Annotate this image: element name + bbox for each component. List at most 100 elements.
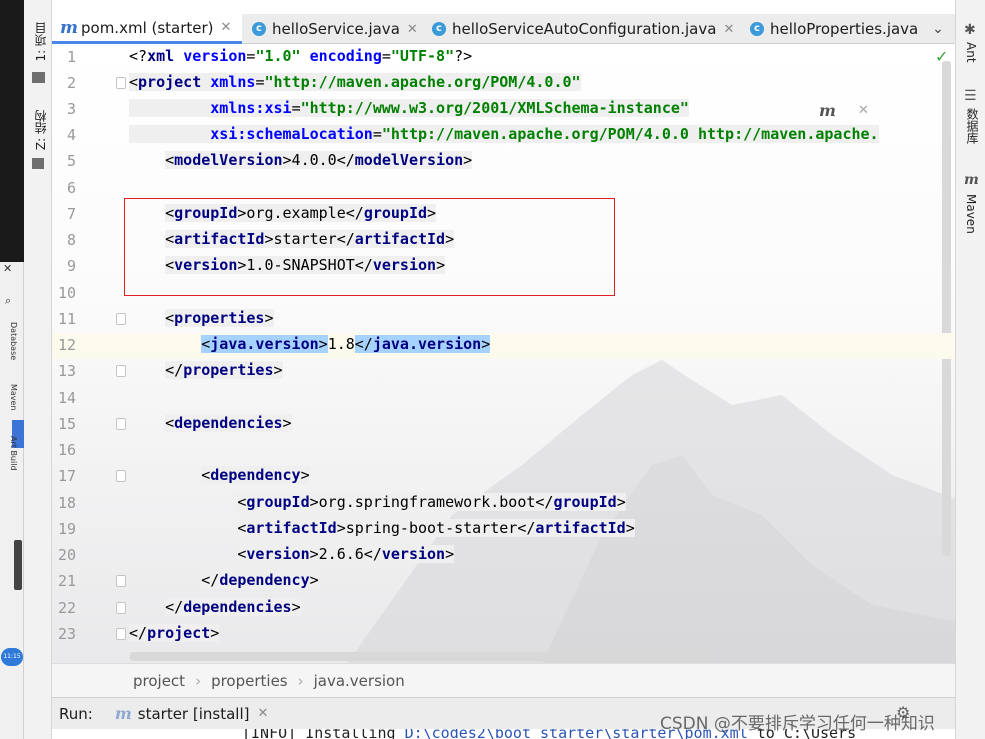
clock-badge: 11:15: [1, 648, 23, 666]
line-number: 8: [66, 231, 76, 249]
code-text: xmlns:xsi="http://www.w3.org/2001/XMLSch…: [129, 99, 689, 117]
breadcrumb-item-properties[interactable]: properties: [211, 672, 288, 690]
code-text: <modelVersion>4.0.0</modelVersion>: [165, 151, 473, 169]
fold-marker-icon[interactable]: [116, 365, 126, 377]
maven-tool-label[interactable]: Maven: [9, 384, 18, 411]
line-number: 17: [57, 467, 76, 485]
structure-tool-button[interactable]: Z: 结构: [32, 110, 49, 150]
tab-helloserviceautoconfiguration[interactable]: c helloServiceAutoConfiguration.java ✕: [424, 14, 742, 44]
code-line: 19 <artifactId>spring-boot-starter</arti…: [52, 517, 955, 543]
breadcrumb: project › properties › java.version: [52, 663, 955, 697]
fold-marker-icon[interactable]: [116, 628, 126, 640]
line-number: 5: [66, 152, 76, 170]
code-line-current: 12 <java.version>1.8</java.version>: [52, 333, 955, 359]
breadcrumb-item-project[interactable]: project: [133, 672, 185, 690]
code-line: 2 <project xmlns="http://maven.apache.or…: [52, 71, 955, 97]
tab-helloproperties[interactable]: c helloProperties.java: [742, 14, 932, 44]
editor-tab-bar: m pom.xml (starter) ✕ c helloService.jav…: [52, 14, 955, 44]
ant-tool-button[interactable]: Ant: [964, 42, 978, 63]
fold-marker-icon[interactable]: [116, 418, 126, 430]
code-line: 4 xsi:schemaLocation="http://maven.apach…: [52, 123, 955, 149]
code-text: </dependency>: [201, 571, 319, 589]
close-icon[interactable]: ✕: [221, 20, 232, 35]
maven-icon: m: [964, 172, 979, 188]
database-tool-button[interactable]: 数据库: [964, 108, 981, 144]
class-icon: c: [252, 22, 266, 36]
class-icon: c: [432, 22, 446, 36]
search-icon[interactable]: ⌕: [5, 294, 11, 308]
tab-label: helloService.java: [272, 20, 400, 38]
left-tool-window-bar: 1: 项目 Z: 结构: [24, 0, 52, 739]
run-tab-label[interactable]: starter [install]: [138, 705, 250, 723]
code-line: 17 <dependency>: [52, 464, 955, 490]
maven-icon: m: [114, 704, 132, 723]
line-number: 21: [57, 572, 76, 590]
line-number: 13: [57, 362, 76, 380]
line-number: 12: [57, 336, 76, 354]
line-number: 1: [66, 48, 76, 66]
maven-tool-button[interactable]: Maven: [964, 194, 978, 234]
close-icon[interactable]: ✕: [407, 22, 418, 37]
run-label: Run:: [59, 704, 93, 723]
fold-marker-icon[interactable]: [116, 77, 126, 89]
code-line: 22 </dependencies>: [52, 596, 955, 622]
tab-label: helloServiceAutoConfiguration.java: [452, 20, 717, 38]
code-line: 15 <dependencies>: [52, 412, 955, 438]
tab-label: pom.xml (starter): [81, 18, 214, 37]
highlight-box: [124, 198, 615, 296]
code-line: 3 xmlns:xsi="http://www.w3.org/2001/XMLS…: [52, 97, 955, 123]
code-text: </project>: [129, 624, 220, 642]
code-text: <java.version>1.8</java.version>: [201, 335, 491, 353]
line-number: 23: [57, 625, 76, 643]
code-line: 11 <properties>: [52, 307, 955, 333]
project-tool-button[interactable]: 1: 项目: [32, 22, 49, 62]
code-text: <dependency>: [201, 466, 310, 484]
line-number: 20: [57, 546, 76, 564]
database-tool-label[interactable]: Database: [9, 322, 18, 360]
close-icon[interactable]: ✕: [723, 22, 734, 37]
code-text: <properties>: [165, 309, 274, 327]
line-number: 15: [57, 415, 76, 433]
line-number: 9: [66, 257, 76, 275]
chevron-down-icon[interactable]: ⌄: [928, 14, 948, 44]
line-number: 22: [57, 599, 76, 617]
folder-icon: [32, 72, 45, 83]
code-text: <artifactId>spring-boot-starter</artifac…: [237, 519, 635, 537]
close-icon[interactable]: ✕: [3, 262, 12, 275]
class-icon: c: [750, 22, 764, 36]
tab-label: helloProperties.java: [770, 20, 919, 38]
code-line: 20 <version>2.6.6</version>: [52, 543, 955, 569]
chevron-right-icon: ›: [297, 671, 304, 690]
breadcrumb-item-java-version[interactable]: java.version: [314, 672, 405, 690]
line-number: 10: [57, 284, 76, 302]
code-editor[interactable]: ✓ m ✕ 1 <?xml version="1.0" encoding="UT…: [52, 45, 955, 663]
fold-marker-icon[interactable]: [116, 575, 126, 587]
tab-helloservice[interactable]: c helloService.java ✕: [244, 14, 422, 44]
line-number: 4: [66, 126, 76, 144]
art-build-tool-label[interactable]: Art Build: [9, 436, 18, 471]
structure-icon: [32, 158, 44, 169]
right-tool-window-bar: ✱ Ant ☰ 数据库 m Maven: [955, 0, 985, 739]
database-icon: ☰: [964, 88, 977, 104]
code-text: xsi:schemaLocation="http://maven.apache.…: [129, 125, 879, 143]
line-number: 7: [66, 205, 76, 223]
horizontal-scrollbar[interactable]: [130, 652, 714, 661]
fold-marker-icon[interactable]: [116, 602, 126, 614]
fold-marker-icon[interactable]: [116, 470, 126, 482]
line-number: 16: [57, 441, 76, 459]
close-icon[interactable]: ✕: [257, 706, 268, 721]
code-text: <groupId>org.springframework.boot</group…: [237, 493, 626, 511]
line-number: 6: [66, 179, 76, 197]
fold-marker-icon[interactable]: [116, 313, 126, 325]
scroll-handle[interactable]: [14, 540, 22, 590]
dark-panel: [0, 0, 24, 262]
code-line: 14: [52, 386, 955, 412]
tab-pom-xml[interactable]: m pom.xml (starter) ✕: [52, 14, 242, 44]
maven-icon: m: [60, 17, 78, 38]
background-window-strip: ✕ ⌕ Database Maven Art Build 11:15: [0, 0, 24, 739]
chevron-right-icon: ›: [195, 671, 202, 690]
code-line: 23 </project>: [52, 622, 955, 648]
code-line: 13 </properties>: [52, 359, 955, 385]
watermark: CSDN @不要排斥学习任何一种知识: [660, 714, 935, 734]
line-number: 18: [57, 494, 76, 512]
